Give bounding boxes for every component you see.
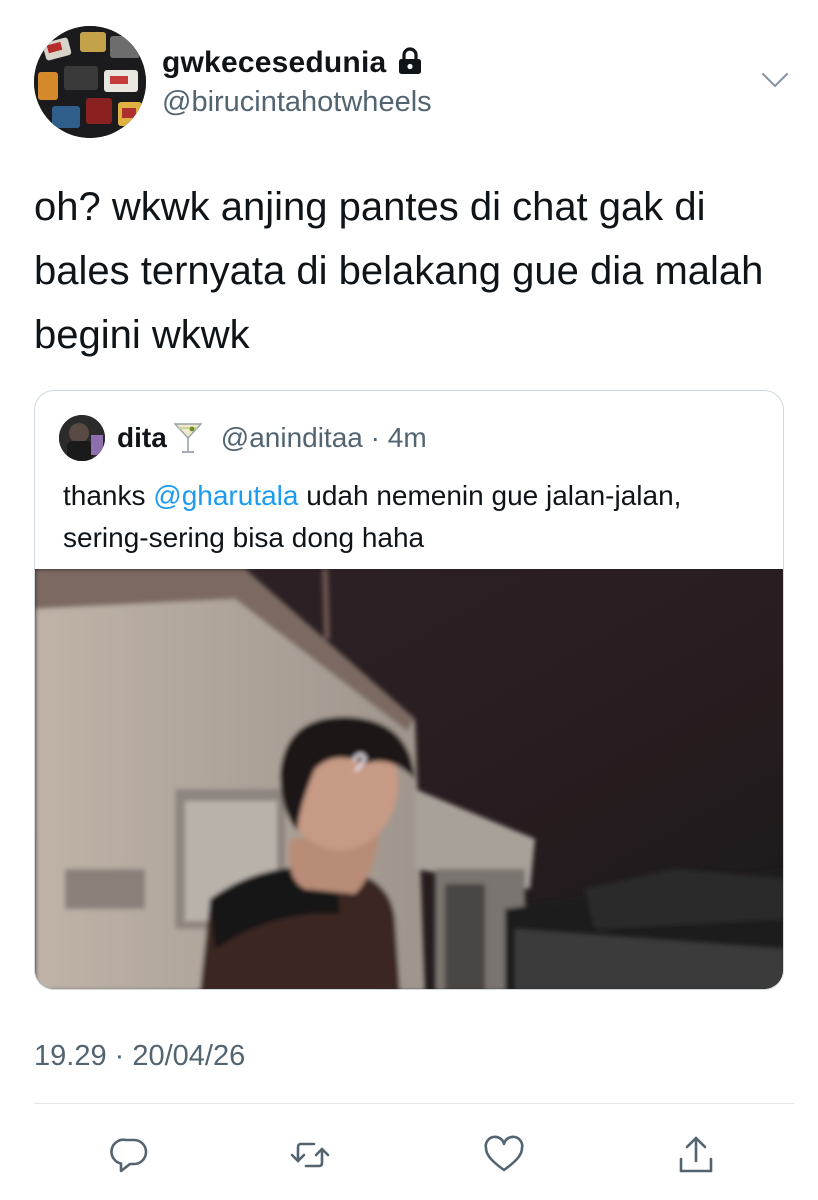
quoted-tweet-header: dita @aninditaa · 4m <box>59 415 427 461</box>
quoted-photo[interactable] <box>35 569 784 990</box>
quoted-tweet[interactable]: dita @aninditaa · 4m thanks @gharutala u… <box>34 390 784 990</box>
share-icon <box>679 1136 713 1173</box>
reply-icon <box>110 1138 148 1173</box>
tweet-text: oh? wkwk anjing pantes di chat gak di ba… <box>34 185 764 357</box>
retweet-button[interactable] <box>280 1125 340 1185</box>
user-handle[interactable]: @birucintahotwheels <box>162 86 432 119</box>
like-button[interactable] <box>474 1125 534 1185</box>
mention-link[interactable]: @gharutala <box>153 480 298 511</box>
quoted-avatar[interactable] <box>59 415 105 461</box>
tweet-header: gwkecesedunia @birucintahotwheels <box>34 26 794 138</box>
quoted-tweet-text: thanks @gharutala udah nemenin gue jalan… <box>63 475 763 559</box>
quoted-avatar-image <box>59 415 105 461</box>
chevron-down-icon[interactable] <box>760 70 790 90</box>
quoted-display-name[interactable]: dita <box>117 422 167 454</box>
action-bar <box>0 1125 818 1185</box>
share-button[interactable] <box>666 1125 726 1185</box>
display-name[interactable]: gwkecesedunia <box>162 46 386 80</box>
reply-button[interactable] <box>100 1125 160 1185</box>
retweet-icon <box>290 1142 330 1168</box>
avatar[interactable] <box>34 26 146 138</box>
quoted-text-start: thanks <box>63 480 154 511</box>
tweet-timestamp[interactable]: 19.29 · 20/04/26 <box>34 1040 245 1073</box>
like-icon <box>484 1135 524 1172</box>
quoted-handle-time[interactable]: @aninditaa · 4m <box>221 422 427 454</box>
divider <box>34 1103 794 1104</box>
lock-icon <box>398 47 421 74</box>
avatar-image <box>34 26 146 138</box>
martini-icon <box>173 423 203 453</box>
